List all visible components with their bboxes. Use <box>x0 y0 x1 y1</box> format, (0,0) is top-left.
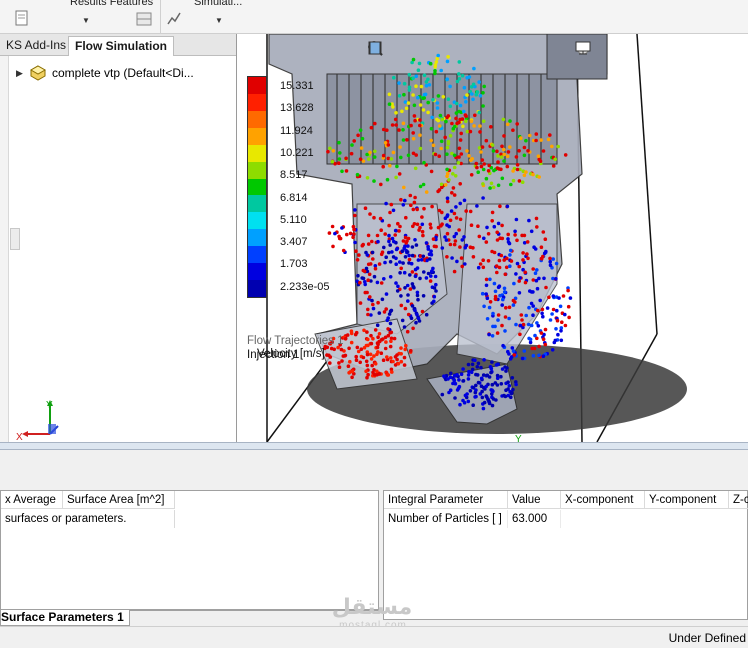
legend-color-band <box>248 127 266 145</box>
status-text: Under Defined <box>668 631 746 645</box>
legend-tick-label: 11.924 <box>280 124 313 137</box>
legend-color-band <box>248 161 266 179</box>
column-header[interactable]: Y-component <box>645 491 729 509</box>
column-header[interactable]: Value <box>508 491 561 509</box>
chevron-down-icon[interactable]: ▼ <box>82 16 90 25</box>
column-header[interactable]: x Average <box>1 491 63 509</box>
table-cell[interactable]: 63.000 <box>508 510 561 528</box>
page-icon[interactable] <box>14 10 30 26</box>
tab-flow-simulation[interactable]: Flow Simulation <box>68 36 174 56</box>
grid-icon[interactable] <box>136 11 152 27</box>
legend-color-band <box>248 263 266 281</box>
coordinate-triad: Y X <box>16 400 59 443</box>
table-cell[interactable]: Number of Particles [ ] <box>384 510 508 528</box>
watermark-logo: مستقل <box>331 594 413 619</box>
grid-message: surfaces or parameters. <box>1 510 175 528</box>
tree-item-assembly[interactable]: ▶ complete vtp (Default<Di... <box>16 64 194 82</box>
legend-color-band <box>248 280 266 297</box>
velocity-legend: 15.331 13.628 11.924 10.221 8.517 6.814 5.110 3… <box>247 76 357 360</box>
splitter-bar[interactable] <box>0 442 748 450</box>
simulation-label[interactable]: Simulati... <box>194 0 242 8</box>
legend-tick-label: 5.110 <box>280 213 307 226</box>
feature-tree: ▶ complete vtp (Default<Di... Y X <box>0 56 236 443</box>
monitor-icon[interactable] <box>575 40 591 56</box>
axis-y-marker: Y <box>515 434 522 442</box>
legend-color-band <box>248 195 266 213</box>
command-toolbar: Results Features ▼ Simulati... ▼ <box>0 0 748 34</box>
chart-icon[interactable] <box>166 10 182 26</box>
tab-add-ins[interactable]: KS Add-Ins <box>0 36 72 56</box>
legend-color-band <box>248 246 266 264</box>
left-scrollbar[interactable] <box>0 56 9 442</box>
assembly-icon <box>30 65 46 81</box>
display-style-icon[interactable] <box>367 40 383 56</box>
legend-tick-label: 10.221 <box>280 146 314 159</box>
legend-tick-label: 2.233e-05 <box>280 280 330 293</box>
legend-color-band <box>248 229 266 247</box>
legend-tick-label: 8.517 <box>280 169 308 182</box>
legend-tick-label: 1.703 <box>280 258 308 271</box>
chevron-down-icon[interactable]: ▼ <box>215 16 223 25</box>
graphics-viewport[interactable]: Y 15.331 13.628 11.924 10.221 8.517 6.814 5.11… <box>236 34 748 442</box>
legend-color-band <box>248 178 266 196</box>
panel-gap <box>0 450 748 490</box>
panel-resize-handle[interactable] <box>10 228 20 250</box>
triad-y-label: Y <box>46 400 53 411</box>
chevron-right-icon[interactable]: ▶ <box>16 68 24 79</box>
legend-tick-label: 15.331 <box>280 80 314 92</box>
column-header[interactable]: Integral Parameter <box>384 491 508 509</box>
toolbar-separator <box>160 0 161 34</box>
integral-parameters-grid: Integral Parameter Value X-component Y-c… <box>383 490 748 620</box>
column-header[interactable]: Z-co <box>729 491 748 509</box>
column-header[interactable]: X-component <box>561 491 645 509</box>
trajectories-label: Flow Trajectories 1 <box>247 335 344 347</box>
app-window: Results Features ▼ Simulati... ▼ KS Add-… <box>0 0 748 648</box>
status-bar: Under Defined <box>0 626 748 648</box>
results-features-label[interactable]: Results Features <box>70 0 153 8</box>
tab-surface-parameters[interactable]: Surface Parameters 1 <box>0 610 130 626</box>
surface-parameters-grid: x Average Surface Area [m^2] surfaces or… <box>0 490 379 610</box>
column-header[interactable]: Surface Area [m^2] <box>63 491 175 509</box>
legend-tick-label: 3.407 <box>280 236 308 249</box>
bbox-edge <box>636 34 658 335</box>
legend-color-band <box>248 144 266 162</box>
command-manager-tabs: KS Add-Ins Flow Simulation <box>0 34 236 56</box>
legend-color-band <box>248 77 266 94</box>
injection-label: Injection 1 <box>247 349 300 361</box>
legend-color-bar <box>247 76 267 298</box>
tree-item-label: complete vtp (Default<Di... <box>52 66 194 80</box>
legend-color-band <box>248 93 266 111</box>
legend-tick-label: 13.628 <box>280 102 314 115</box>
legend-color-band <box>248 212 266 230</box>
legend-color-band <box>248 110 266 128</box>
legend-tick-label: 6.814 <box>280 191 308 204</box>
